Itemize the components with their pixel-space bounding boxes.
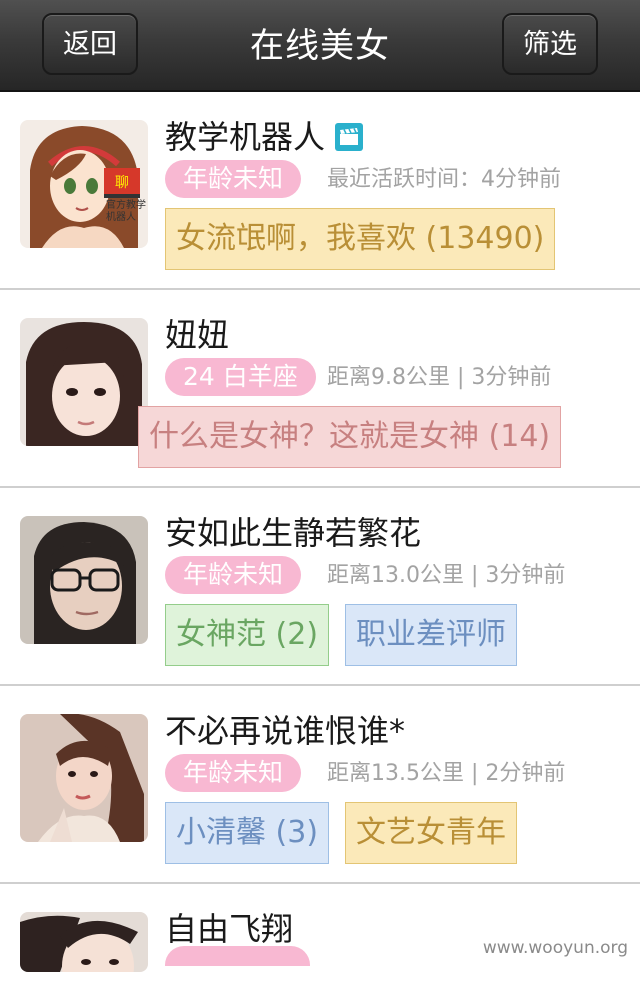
tag-list: 女流氓啊，我喜欢 (13490) <box>165 208 556 270</box>
age-badge: 年龄未知 <box>165 160 302 198</box>
user-row[interactable]: 妞妞 24 白羊座 距离9.8公里 | 3分钟前 什么是女神？这就是女神 (14… <box>0 290 640 488</box>
age-badge: 年龄未知 <box>165 754 302 792</box>
impression-tag[interactable]: 什么是女神？这就是女神 (14) <box>138 406 562 468</box>
avatar <box>20 714 148 842</box>
avatar <box>20 318 148 446</box>
user-name: 安如此生静若繁花 <box>165 514 422 552</box>
distance-time-text: 距离13.5公里 | 2分钟前 <box>327 761 566 786</box>
avatar <box>20 912 148 972</box>
watermark: www.wooyun.org <box>482 938 628 958</box>
user-row[interactable]: 安如此生静若繁花 年龄未知 距离13.0公里 | 3分钟前 女神范 (2) 职业… <box>0 488 640 686</box>
avatar: 聊 官方教学机器人 <box>20 120 148 248</box>
user-row[interactable]: 聊 官方教学机器人 教学机器人 年龄未知 最近活跃时间：4分钟前 女流氓啊，我喜… <box>0 92 640 290</box>
user-name: 不必再说谁恨谁* <box>165 712 406 750</box>
impression-tag[interactable]: 小清馨 (3) <box>165 802 330 864</box>
tag-list: 女神范 (2) 职业差评师 <box>165 604 518 666</box>
user-name: 教学机器人 <box>165 112 364 158</box>
user-name: 自由飞翔 <box>165 910 294 948</box>
distance-time-text: 距离13.0公里 | 3分钟前 <box>327 563 566 588</box>
tag-list: 什么是女神？这就是女神 (14) <box>138 406 562 468</box>
avatar-caption: 官方教学机器人 <box>106 200 146 223</box>
filter-button[interactable]: 筛选 <box>502 13 598 75</box>
user-name-text: 教学机器人 <box>165 118 326 156</box>
top-navigation-bar: 在线美女 返回 筛选 <box>0 0 640 92</box>
last-active-text: 最近活跃时间：4分钟前 <box>327 167 561 192</box>
impression-tag[interactable]: 文艺女青年 <box>345 802 518 864</box>
tag-list: 小清馨 (3) 文艺女青年 <box>165 802 518 864</box>
age-badge: 24 白羊座 <box>165 358 316 396</box>
age-badge <box>165 946 310 966</box>
impression-tag[interactable]: 女流氓啊，我喜欢 (13490) <box>165 208 556 270</box>
impression-tag[interactable]: 女神范 (2) <box>165 604 330 666</box>
user-name: 妞妞 <box>165 316 230 354</box>
back-button[interactable]: 返回 <box>42 13 138 75</box>
video-clapper-icon <box>335 121 364 151</box>
impression-tag[interactable]: 职业差评师 <box>345 604 518 666</box>
age-badge: 年龄未知 <box>165 556 302 594</box>
user-row[interactable]: 不必再说谁恨谁* 年龄未知 距离13.5公里 | 2分钟前 小清馨 (3) 文艺… <box>0 686 640 884</box>
svg-text:聊: 聊 <box>115 175 129 191</box>
distance-time-text: 距离9.8公里 | 3分钟前 <box>327 365 552 390</box>
avatar <box>20 516 148 644</box>
online-users-list: 聊 官方教学机器人 教学机器人 年龄未知 最近活跃时间：4分钟前 女流氓啊，我喜… <box>0 92 640 1004</box>
